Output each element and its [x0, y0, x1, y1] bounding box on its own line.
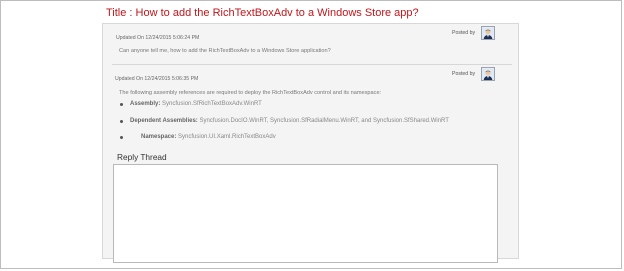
post-2-message: The following assembly references are re… [119, 90, 382, 96]
title-prefix: Title : [106, 7, 136, 19]
item-value: Syncfusion.SfRichTextBoxAdv.WinRT [162, 101, 262, 107]
item-label: Assembly: [130, 101, 163, 107]
reply-textarea[interactable] [113, 164, 498, 263]
post-1-message: Can anyone tell me, how to add the RichT… [119, 48, 331, 54]
item-label: Namespace: [141, 134, 179, 140]
title-text: How to add the RichTextBoxAdv to a Windo… [135, 7, 419, 19]
item-value: Syncfusion.UI.Xaml.RichTextBoxAdv [178, 134, 276, 140]
post-2-posted-by: Posted by [452, 71, 476, 77]
post-2-updated: Updated On 12/24/2015 5:06:35 PM [115, 76, 199, 82]
item-value: Syncfusion.DocIO.WinRT, Syncfusion.SfRad… [199, 118, 449, 124]
post-2-avatar[interactable] [481, 67, 495, 81]
list-item: Namespace: Syncfusion.UI.Xaml.RichTextBo… [120, 134, 276, 140]
bullet-dot [120, 120, 123, 123]
list-item: Dependent Assemblies: Syncfusion.DocIO.W… [120, 118, 449, 124]
post-1-updated: Updated On 12/24/2015 5:06:24 PM [116, 35, 200, 41]
item-label: Dependent Assemblies: [130, 118, 200, 124]
user-avatar-icon [482, 28, 494, 39]
user-avatar-icon [482, 69, 494, 80]
post-separator [112, 64, 512, 65]
reply-thread-heading: Reply Thread [117, 152, 167, 162]
bullet-dot [120, 136, 123, 139]
post-1-posted-by: Posted by [452, 30, 476, 36]
post-1-avatar[interactable] [481, 26, 495, 40]
page-title: Title : How to add the RichTextBoxAdv to… [106, 7, 419, 19]
bullet-dot [120, 103, 123, 106]
list-item: Assembly: Syncfusion.SfRichTextBoxAdv.Wi… [120, 101, 262, 107]
